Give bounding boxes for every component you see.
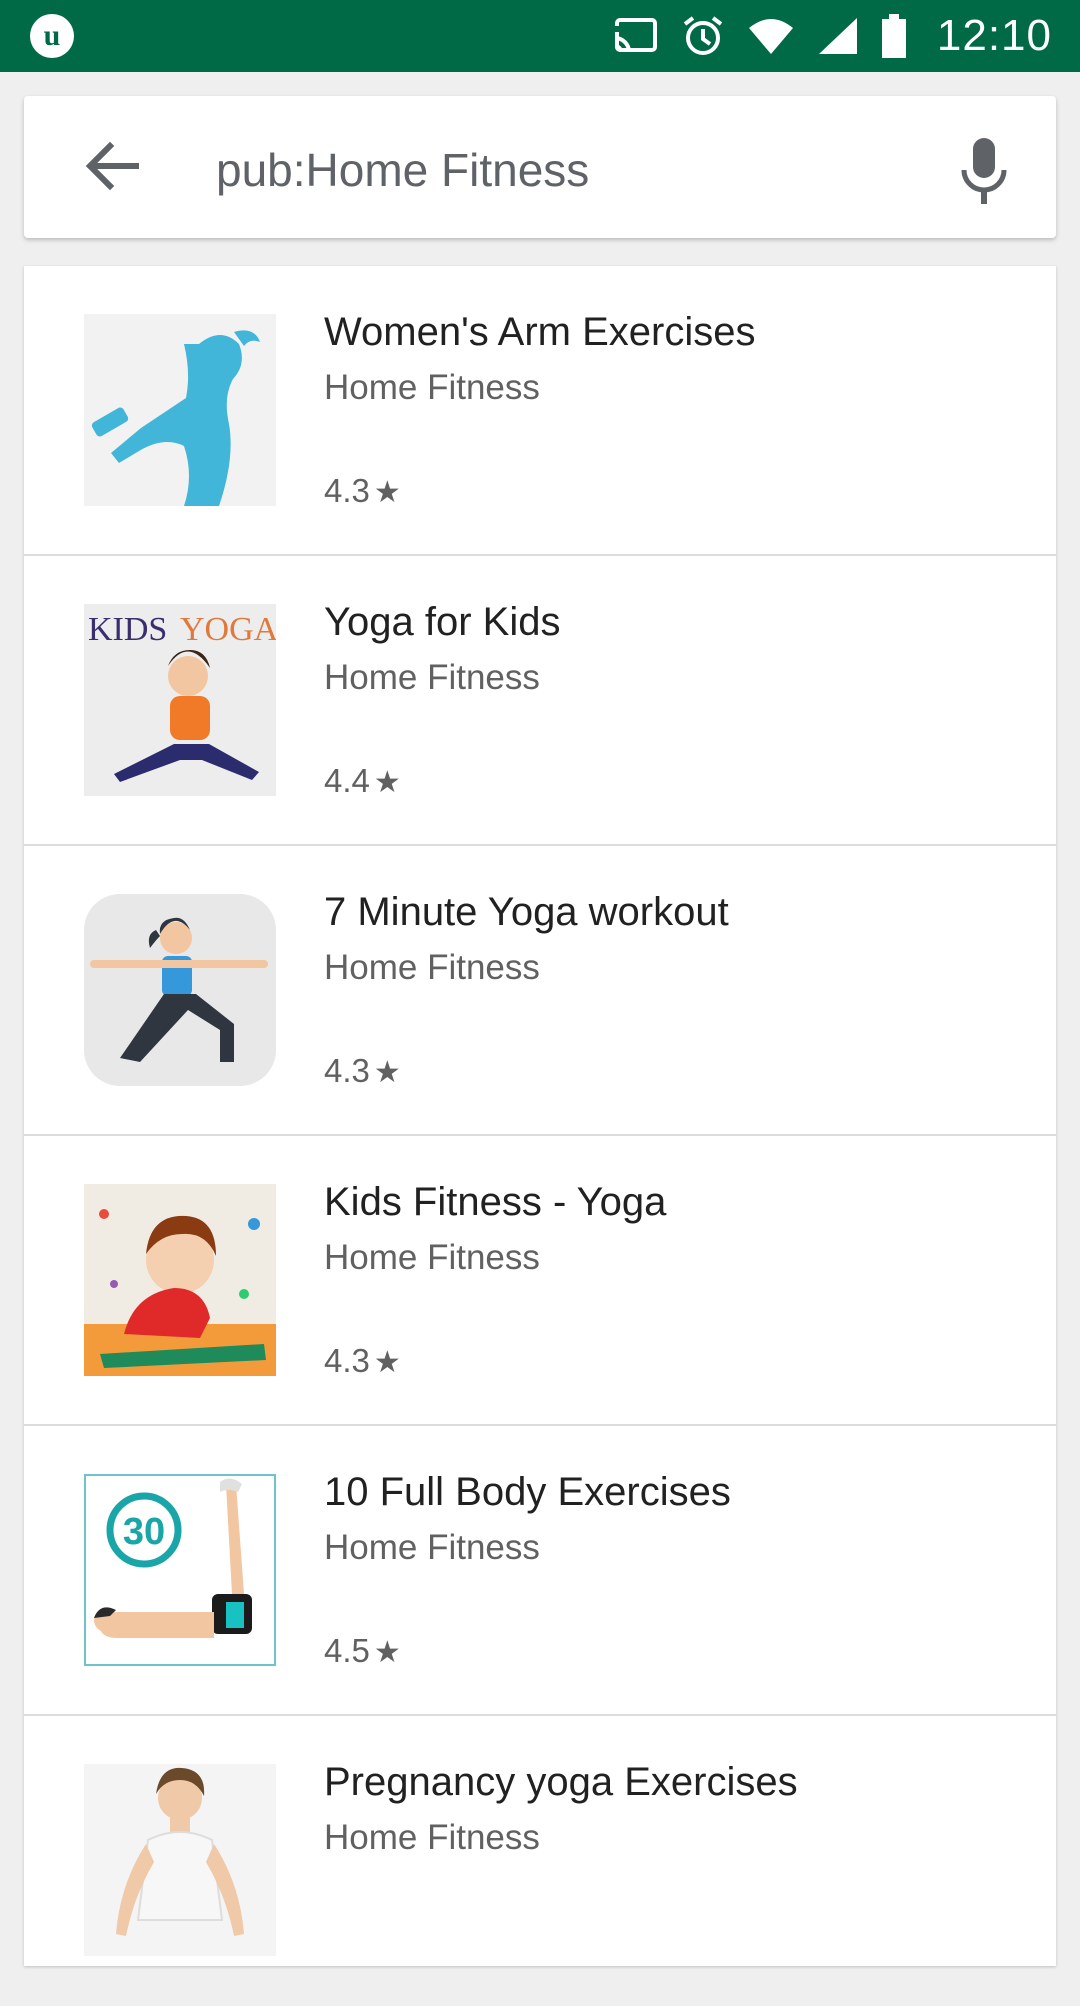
app-icon-pregnancy-yoga bbox=[84, 1764, 276, 1956]
list-item[interactable]: Pregnancy yoga Exercises Home Fitness bbox=[24, 1716, 1056, 2006]
full-body-exercise-icon: 30 bbox=[94, 1478, 252, 1638]
app-publisher: Home Fitness bbox=[324, 1238, 540, 1277]
pregnancy-yoga-icon bbox=[116, 1767, 244, 1936]
battery-icon bbox=[881, 14, 906, 58]
app-rating: 4.3 ★ bbox=[324, 1342, 401, 1379]
app-title: Kids Fitness - Yoga bbox=[324, 1180, 667, 1224]
app-publisher: Home Fitness bbox=[324, 368, 540, 407]
arm-exercise-icon bbox=[91, 330, 260, 506]
list-item[interactable]: KIDS YOGA Yoga for Kids Home Fitness 4.4… bbox=[24, 556, 1056, 846]
svg-text:30: 30 bbox=[123, 1511, 165, 1553]
star-icon: ★ bbox=[373, 766, 401, 799]
app-icon-7-minute-yoga bbox=[84, 894, 276, 1086]
search-results-list: Women's Arm Exercises Home Fitness 4.3 ★ … bbox=[24, 266, 1056, 1966]
star-icon: ★ bbox=[373, 1346, 401, 1379]
app-title: 10 Full Body Exercises bbox=[324, 1470, 731, 1514]
app-title: Women's Arm Exercises bbox=[324, 310, 756, 354]
app-rating: 4.3 ★ bbox=[324, 1052, 401, 1089]
list-item[interactable]: 30 10 Full Body Exercises Home Fitness 4… bbox=[24, 1426, 1056, 1716]
app-rating: 4.4 ★ bbox=[324, 762, 401, 799]
app-icon-womens-arm bbox=[84, 314, 276, 506]
microphone-icon[interactable] bbox=[956, 136, 1012, 208]
app-title: 7 Minute Yoga workout bbox=[324, 890, 729, 934]
alarm-icon bbox=[683, 16, 723, 55]
star-icon: ★ bbox=[373, 1056, 401, 1089]
app-icon-kids-yoga: KIDS YOGA bbox=[84, 604, 276, 796]
app-logo-icon: u bbox=[30, 14, 74, 58]
kids-fitness-icon bbox=[84, 1209, 276, 1376]
svg-text:KIDS: KIDS bbox=[88, 611, 167, 648]
app-publisher: Home Fitness bbox=[324, 948, 540, 987]
search-input[interactable]: pub:Home Fitness bbox=[216, 142, 589, 198]
status-time: 12:10 bbox=[936, 11, 1052, 60]
kids-yoga-icon: KIDS YOGA bbox=[88, 611, 276, 782]
app-rating: 4.5 ★ bbox=[324, 1632, 401, 1669]
app-publisher: Home Fitness bbox=[324, 1818, 540, 1857]
star-icon: ★ bbox=[373, 476, 401, 509]
signal-icon bbox=[818, 18, 857, 54]
list-item[interactable]: Women's Arm Exercises Home Fitness 4.3 ★ bbox=[24, 266, 1056, 556]
cast-icon bbox=[610, 18, 657, 53]
list-item[interactable]: Kids Fitness - Yoga Home Fitness 4.3 ★ bbox=[24, 1136, 1056, 1426]
back-arrow-icon[interactable] bbox=[84, 140, 140, 192]
app-rating: 4.3 ★ bbox=[324, 472, 401, 509]
status-bar: u 12:10 bbox=[0, 0, 1080, 72]
wifi-icon bbox=[748, 19, 793, 54]
status-icons: 12:10 bbox=[610, 0, 1052, 72]
app-icon-kids-fitness bbox=[84, 1184, 276, 1376]
app-publisher: Home Fitness bbox=[324, 1528, 540, 1567]
list-item[interactable]: 7 Minute Yoga workout Home Fitness 4.3 ★ bbox=[24, 846, 1056, 1136]
yoga-pose-icon bbox=[90, 917, 268, 1062]
star-icon: ★ bbox=[373, 1636, 401, 1669]
app-icon-10-full-body: 30 bbox=[84, 1474, 276, 1666]
app-title: Pregnancy yoga Exercises bbox=[324, 1760, 798, 1804]
svg-text:YOGA: YOGA bbox=[180, 611, 276, 648]
app-title: Yoga for Kids bbox=[324, 600, 561, 644]
app-publisher: Home Fitness bbox=[324, 658, 540, 697]
